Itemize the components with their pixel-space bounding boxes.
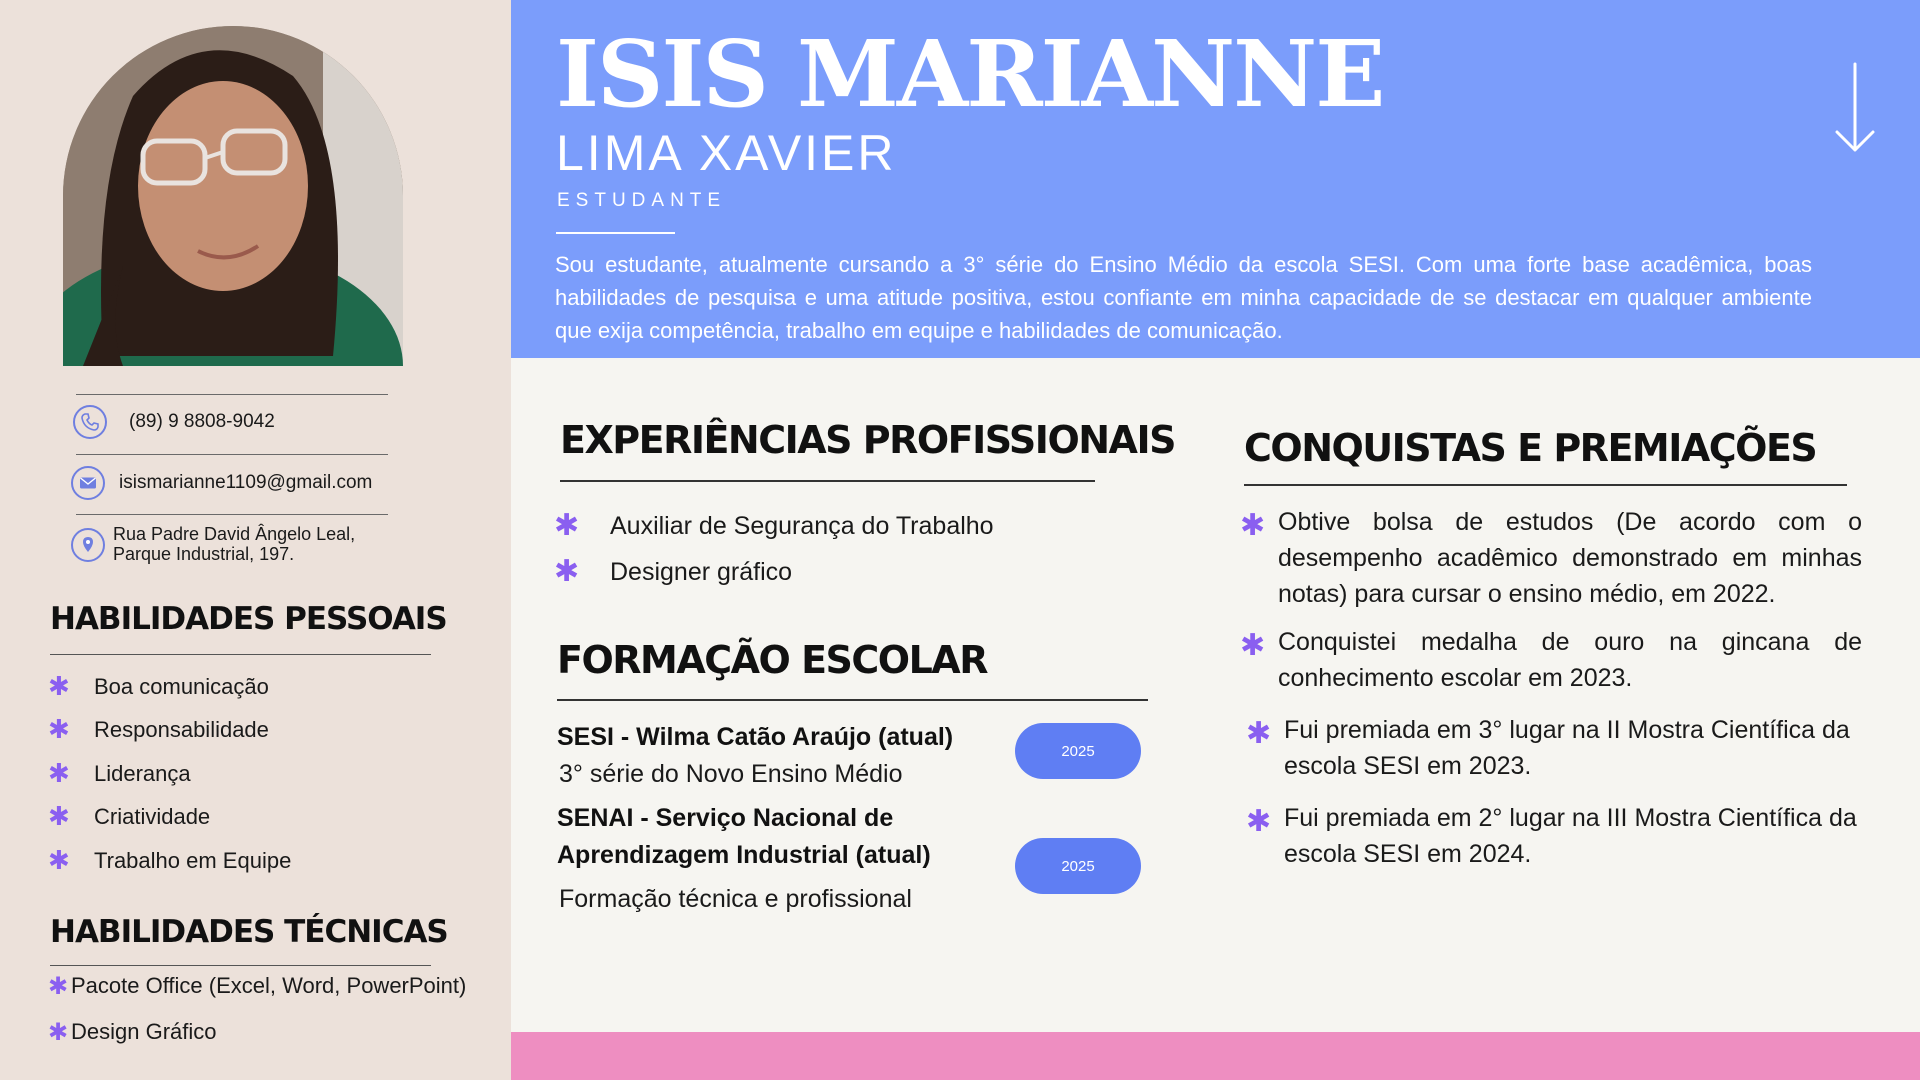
awards-heading: CONQUISTAS E PREMIAÇÕES <box>1244 426 1818 470</box>
skill-label: Trabalho em Equipe <box>94 847 292 873</box>
education-entry-detail: Formação técnica e profissional <box>559 885 912 913</box>
header-divider <box>556 232 675 234</box>
experience-label: Designer gráfico <box>610 557 793 586</box>
address-line-1: Rua Padre David Ângelo Leal, <box>113 524 356 544</box>
year-badge: 2025 <box>1015 723 1141 779</box>
list-item: ✱ Fui premiada em 2° lugar na III Mostra … <box>1240 800 1862 872</box>
address-line-2: Parque Industrial, 197. <box>113 544 295 564</box>
skill-label: Design Gráfico <box>71 1019 217 1044</box>
asterisk-bullet-icon: ✱ <box>48 802 70 833</box>
list-item: ✱ Pacote Office (Excel, Word, PowerPoint) <box>48 963 466 1009</box>
phone-text: (89) 9 8808-9042 <box>129 411 275 432</box>
experience-rule <box>560 480 1095 482</box>
address-text: Rua Padre David Ângelo Leal, Parque Indu… <box>113 524 355 564</box>
skill-label: Boa comunicação <box>94 673 269 699</box>
asterisk-bullet-icon: ✱ <box>48 972 69 1000</box>
first-name: ISIS MARIANNE <box>556 20 1385 128</box>
asterisk-bullet-icon: ✱ <box>48 715 70 746</box>
profile-photo <box>63 26 403 366</box>
skill-label: Liderança <box>94 760 191 786</box>
asterisk-bullet-icon: ✱ <box>554 508 580 543</box>
education-entry-title: SENAI - Serviço Nacional de <box>557 804 894 832</box>
list-item: ✱ Liderança <box>48 752 291 796</box>
experience-label: Auxiliar de Segurança do Trabalho <box>610 511 994 540</box>
header-banner: ISIS MARIANNE LIMA XAVIER ESTUDANTE Sou … <box>511 0 1920 358</box>
experience-heading: EXPERIÊNCIAS PROFISSIONAIS <box>560 418 1176 462</box>
email-text[interactable]: isismarianne1109@gmail.com <box>119 466 372 500</box>
awards-rule <box>1244 484 1847 486</box>
education-entry-title: Aprendizagem Industrial (atual) <box>557 841 931 869</box>
asterisk-bullet-icon: ✱ <box>48 671 70 702</box>
asterisk-bullet-icon: ✱ <box>1240 508 1266 543</box>
asterisk-bullet-icon: ✱ <box>48 1018 69 1046</box>
contact-address: Rua Padre David Ângelo Leal, Parque Indu… <box>71 524 355 564</box>
education-entry-detail: 3° série do Novo Ensino Médio <box>559 760 903 788</box>
last-name: LIMA XAVIER <box>556 125 897 181</box>
list-item: ✱ Design Gráfico <box>48 1009 466 1055</box>
skill-label: Criatividade <box>94 804 211 830</box>
technical-skills-list: ✱ Pacote Office (Excel, Word, PowerPoint)… <box>48 963 466 1055</box>
sidebar: (89) 9 8808-9042 isismarianne1109@gmail.… <box>0 0 511 1080</box>
experience-list: ✱ Auxiliar de Segurança do Trabalho ✱ Desi… <box>554 503 994 595</box>
contact-divider <box>76 394 388 395</box>
education-heading: FORMAÇÃO ESCOLAR <box>557 638 988 682</box>
job-role: ESTUDANTE <box>557 190 727 211</box>
skill-label: Pacote Office (Excel, Word, PowerPoint) <box>71 973 467 998</box>
technical-skills-heading: HABILIDADES TÉCNICAS <box>50 914 449 950</box>
list-item: ✱ Boa comunicação <box>48 665 291 709</box>
award-text: Fui premiada em 3° lugar na II Mostra Ci… <box>1284 716 1850 780</box>
list-item: ✱ Obtive bolsa de estudos (De acordo com … <box>1240 504 1862 612</box>
asterisk-bullet-icon: ✱ <box>48 758 70 789</box>
award-text: Conquistei medalha de ouro na gincana de… <box>1278 628 1862 692</box>
contact-divider <box>76 514 388 515</box>
email-icon <box>71 466 105 500</box>
bio-text: Sou estudante, atualmente cursando a 3° … <box>555 252 1812 343</box>
list-item: ✱ Auxiliar de Segurança do Trabalho <box>554 503 994 549</box>
contact-phone: (89) 9 8808-9042 <box>73 405 275 439</box>
award-text: Fui premiada em 2° lugar na III Mostra C… <box>1284 804 1857 868</box>
education-entry-title: SESI - Wilma Catão Araújo (atual) <box>557 723 954 751</box>
arrow-down-icon[interactable] <box>1833 62 1877 154</box>
skill-label: Responsabilidade <box>94 717 269 743</box>
personal-skills-list: ✱ Boa comunicação ✱ Responsabilidade ✱ Lide… <box>48 665 291 883</box>
asterisk-bullet-icon: ✱ <box>1240 628 1266 663</box>
profile-photo-image <box>63 26 403 366</box>
phone-icon <box>73 405 107 439</box>
asterisk-bullet-icon: ✱ <box>1246 804 1272 839</box>
list-item: ✱ Conquistei medalha de ouro na gincana d… <box>1240 624 1862 696</box>
asterisk-bullet-icon: ✱ <box>48 845 70 876</box>
list-item: ✱ Fui premiada em 3° lugar na II Mostra C… <box>1240 712 1862 784</box>
contact-email: isismarianne1109@gmail.com <box>71 466 372 500</box>
personal-skills-heading: HABILIDADES PESSOAIS <box>50 601 448 637</box>
list-item: ✱ Trabalho em Equipe <box>48 839 291 883</box>
footer-bar <box>511 1032 1920 1080</box>
contact-divider <box>76 454 388 455</box>
education-rule <box>557 699 1148 701</box>
asterisk-bullet-icon: ✱ <box>554 554 580 589</box>
list-item: ✱ Criatividade <box>48 796 291 840</box>
list-item: ✱ Responsabilidade <box>48 709 291 753</box>
award-text: Obtive bolsa de estudos (De acordo com o… <box>1278 508 1862 608</box>
awards-list: ✱ Obtive bolsa de estudos (De acordo com … <box>1240 504 1862 872</box>
year-badge: 2025 <box>1015 838 1141 894</box>
asterisk-bullet-icon: ✱ <box>1246 716 1272 751</box>
location-pin-icon <box>71 528 105 562</box>
list-item: ✱ Designer gráfico <box>554 549 994 595</box>
personal-skills-rule <box>50 654 431 655</box>
